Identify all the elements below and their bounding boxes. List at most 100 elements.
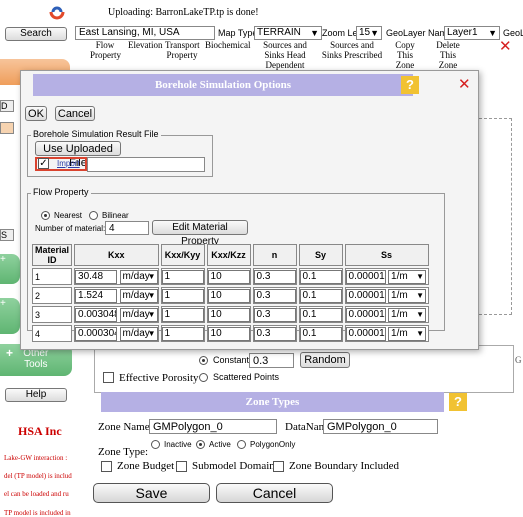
help-button[interactable]: Help (5, 388, 67, 402)
scattered-radio[interactable] (199, 371, 208, 383)
inactive-label: Inactive (164, 440, 192, 449)
sy-input[interactable]: 0.1 (299, 307, 342, 322)
ss-input[interactable]: 0.00001 (345, 288, 386, 303)
kxx-input[interactable]: 1.524 (75, 288, 118, 303)
import-link[interactable]: Import (57, 159, 80, 168)
kxx-kyy-cell: 1 (160, 268, 205, 285)
tab-sources-prescribed[interactable]: Sources and Sinks Prescribed (321, 40, 383, 60)
edit-material-property-button[interactable]: Edit Material Property (152, 220, 248, 247)
n-cell: 0.3 (252, 325, 297, 342)
active-radio[interactable] (196, 438, 205, 450)
ss-input[interactable]: 0.00001 (345, 326, 386, 341)
ss-unit-select[interactable]: 1/m ▼ (388, 269, 427, 284)
kxx-input[interactable]: 30.48 (75, 269, 118, 284)
kxx-cell: 0.0003048 m/day▼ (74, 325, 159, 342)
material-table: Material ID Kxx Kxx/Kyy Kxx/Kzz n Sy Ss … (30, 242, 431, 344)
sidebar-item-d[interactable]: D (0, 100, 14, 112)
num-material-input[interactable]: 4 (105, 221, 149, 235)
chevron-down-icon: ▼ (147, 328, 156, 338)
submodel-checkbox[interactable] (176, 460, 187, 472)
effective-porosity-label: Effective Porosity (119, 372, 199, 384)
kxx-unit-select[interactable]: m/day ▼ (119, 307, 158, 322)
material-id-cell: 1 (32, 268, 73, 285)
chevron-down-icon: ▼ (488, 28, 497, 38)
n-input[interactable]: 0.3 (253, 326, 296, 341)
ss-unit-select[interactable]: 1/m ▼ (388, 326, 427, 341)
ss-unit-select[interactable]: 1/m ▼ (388, 307, 427, 322)
tab-sources-head-dependent[interactable]: Sources and Sinks Head Dependent (254, 40, 316, 70)
kxx-input[interactable]: 0.0030480 (75, 307, 118, 322)
kxx-kyy-input[interactable]: 1 (161, 269, 204, 284)
n-input[interactable]: 0.3 (253, 269, 296, 284)
dialog-close-icon[interactable]: ✕ (458, 75, 471, 93)
n-input[interactable]: 0.3 (253, 307, 296, 322)
ss-input[interactable]: 0.00001 (345, 307, 386, 322)
map-type-select[interactable]: TERRAIN ▼ (254, 26, 322, 40)
kxx-kzz-cell: 10 (206, 268, 251, 285)
zone-types-help-icon[interactable]: ? (449, 393, 467, 411)
tab-flow-property[interactable]: Flow Property (90, 40, 121, 60)
sy-input[interactable]: 0.1 (299, 326, 342, 341)
sy-input[interactable]: 0.1 (299, 269, 342, 284)
sy-cell: 0.1 (298, 306, 343, 323)
data-name-input[interactable]: GMPolygon_0 (323, 419, 438, 434)
constant-input[interactable]: 0.3 (249, 353, 294, 368)
ss-cell: 0.00001 1/m ▼ (344, 306, 429, 323)
tab-transport-property[interactable]: Transport Property (165, 40, 200, 60)
tab-copy-zone[interactable]: Copy This Zone (388, 40, 422, 70)
kxx-unit-select[interactable]: m/day ▼ (119, 288, 158, 303)
kxx-kzz-input[interactable]: 10 (207, 326, 250, 341)
nearest-radio[interactable] (41, 209, 50, 221)
import-file-field[interactable] (87, 157, 205, 172)
sy-cell: 0.1 (298, 325, 343, 342)
zone-name-input[interactable]: GMPolygon_0 (149, 419, 277, 434)
save-button[interactable]: Save (93, 483, 210, 503)
kxx-unit-select[interactable]: m/day ▼ (119, 269, 158, 284)
geolayer-select[interactable]: Layer1 ▼ (444, 26, 500, 40)
inactive-radio[interactable] (151, 438, 160, 450)
zone-cancel-button[interactable]: Cancel (216, 483, 333, 503)
import-checkbox[interactable]: ✓ (38, 158, 49, 169)
kxx-kyy-input[interactable]: 1 (161, 307, 204, 322)
kxx-kyy-input[interactable]: 1 (161, 326, 204, 341)
sidebar-tool-green-1[interactable]: + (0, 254, 20, 284)
zone-tab-row: Flow Property Elevation Transport Proper… (90, 40, 515, 70)
tab-delete-zone[interactable]: Delete This Zone (430, 40, 466, 70)
dialog-help-icon[interactable]: ? (401, 76, 419, 94)
kxx-unit-select[interactable]: m/day ▼ (119, 326, 158, 341)
effective-porosity-checkbox[interactable] (103, 371, 114, 383)
bilinear-radio[interactable] (89, 209, 98, 221)
polygon-only-radio[interactable] (237, 438, 246, 450)
kxx-cell: 0.0030480 m/day▼ (74, 306, 159, 323)
table-row: 1 30.48 m/day ▼ 1 10 0.3 0.1 0.00001 1/m ▼ (32, 268, 429, 285)
search-button[interactable]: Search (5, 27, 67, 41)
sy-input[interactable]: 0.1 (299, 288, 342, 303)
zoom-level-select[interactable]: 15 ▼ (356, 26, 382, 40)
constant-radio[interactable] (199, 354, 208, 366)
sidebar-tool-green-2[interactable]: + (0, 298, 20, 334)
random-button[interactable]: Random (300, 352, 350, 368)
sidebar-item-s[interactable]: S (0, 229, 14, 241)
kxx-kzz-input[interactable]: 10 (207, 307, 250, 322)
kxx-kzz-input[interactable]: 10 (207, 269, 250, 284)
tab-biochemical[interactable]: Biochemical (205, 40, 250, 50)
kxx-input[interactable]: 0.0003048 (75, 326, 118, 341)
ss-input[interactable]: 0.00001 (345, 269, 386, 284)
plus-icon: + (6, 346, 14, 360)
use-uploaded-file-button[interactable]: Use Uploaded File (35, 141, 121, 169)
n-input[interactable]: 0.3 (253, 288, 296, 303)
nearest-label: Nearest (54, 211, 83, 220)
location-input[interactable]: East Lansing, MI, USA (75, 26, 215, 40)
ok-button[interactable]: OK (25, 106, 47, 121)
dialog-cancel-button[interactable]: Cancel (55, 106, 95, 121)
tab-elevation[interactable]: Elevation (128, 40, 163, 50)
zone-close-icon[interactable]: ✕ (499, 37, 512, 55)
kxx-kzz-input[interactable]: 10 (207, 288, 250, 303)
table-header: Ss (344, 244, 429, 266)
kxx-kyy-cell: 1 (160, 287, 205, 304)
sidebar-item-c[interactable] (0, 122, 14, 134)
zone-boundary-checkbox[interactable] (273, 460, 284, 472)
kxx-kyy-input[interactable]: 1 (161, 288, 204, 303)
zone-budget-checkbox[interactable] (101, 460, 112, 472)
ss-unit-select[interactable]: 1/m ▼ (388, 288, 427, 303)
